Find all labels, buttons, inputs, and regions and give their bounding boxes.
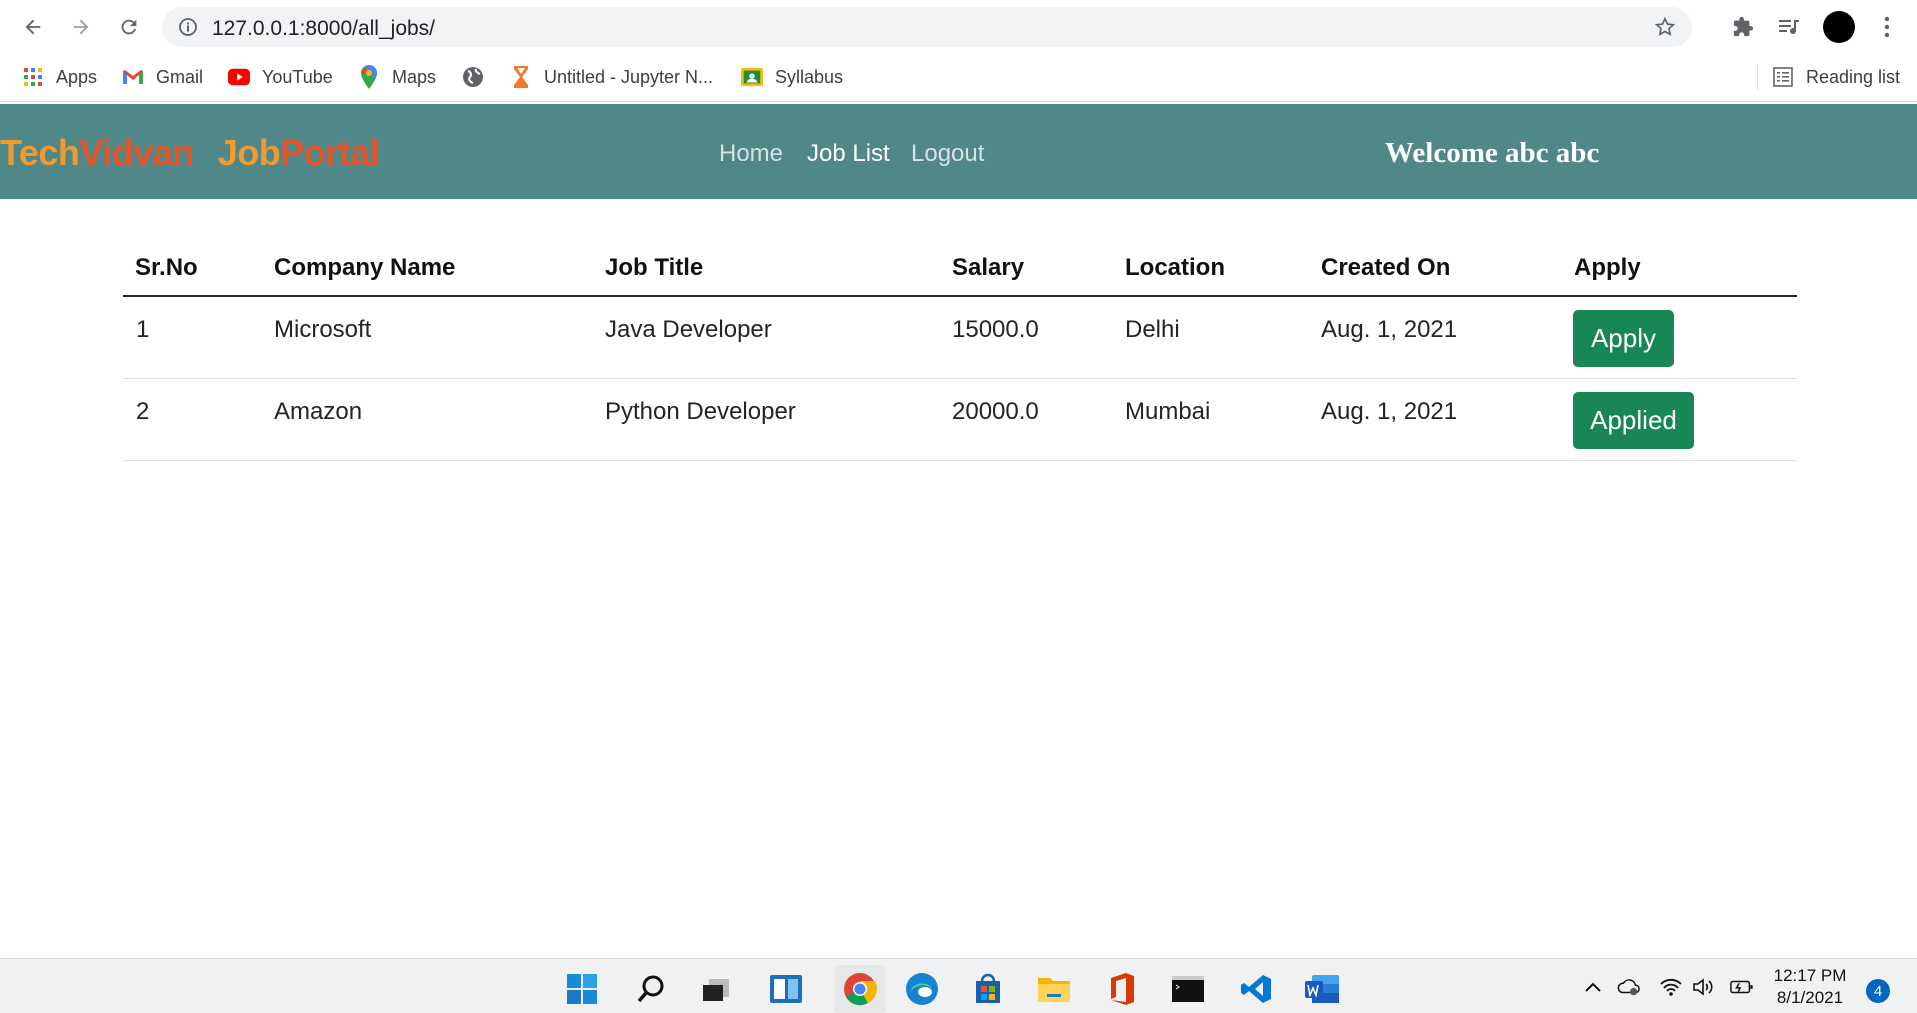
applied-button[interactable]: Applied <box>1573 392 1694 449</box>
classroom-icon <box>741 66 763 88</box>
cell-salary: 20000.0 <box>952 398 1039 425</box>
cell-location: Mumbai <box>1125 398 1211 425</box>
volume-icon[interactable] <box>1692 975 1716 999</box>
bookmark-apps[interactable]: Apps <box>22 64 97 90</box>
bookmark-star-icon[interactable] <box>1654 16 1676 38</box>
microsoft-store-icon[interactable] <box>970 971 1006 1007</box>
chevron-up-icon[interactable] <box>1581 975 1605 999</box>
browser-toolbar: 127.0.0.1:8000/all_jobs/ <box>0 0 1917 54</box>
bookmark-label: Untitled - Jupyter N... <box>544 66 714 87</box>
battery-icon[interactable] <box>1730 975 1754 999</box>
file-explorer-icon[interactable] <box>1036 971 1072 1007</box>
header-created-on: Created On <box>1321 254 1451 281</box>
youtube-icon <box>228 66 250 88</box>
back-arrow-icon[interactable] <box>19 13 47 41</box>
bookmark-maps[interactable]: Maps <box>358 64 436 90</box>
cell-company: Amazon <box>274 398 363 425</box>
site-navbar: TechVidvan JobPortal Home Job List Logout… <box>0 104 1917 199</box>
header-job-title: Job Title <box>605 254 704 281</box>
row-divider <box>123 378 1797 379</box>
table-header-divider <box>123 295 1797 297</box>
office-icon[interactable] <box>1104 971 1140 1007</box>
cell-sr-no: 2 <box>136 398 150 425</box>
bookmark-label: Maps <box>392 66 437 87</box>
globe-icon <box>462 66 484 88</box>
cell-created-on: Aug. 1, 2021 <box>1321 316 1458 343</box>
task-view-icon[interactable] <box>698 971 734 1007</box>
brand-portal: Portal <box>280 132 380 173</box>
clock-time: 12:17 PM <box>1773 966 1847 985</box>
cell-created-on: Aug. 1, 2021 <box>1321 398 1458 425</box>
extensions-puzzle-icon[interactable] <box>1729 13 1757 41</box>
reading-list-icon <box>1772 66 1794 88</box>
bookmark-label: Syllabus <box>775 66 844 87</box>
cell-salary: 15000.0 <box>952 316 1039 343</box>
address-bar[interactable]: 127.0.0.1:8000/all_jobs/ <box>162 7 1692 47</box>
windows-start-icon[interactable] <box>564 971 600 1007</box>
header-salary: Salary <box>952 254 1025 281</box>
cell-job-title: Java Developer <box>605 316 772 343</box>
bookmarks-bar: Apps Gmail YouTube Maps Untitled - Jupyt… <box>0 54 1917 102</box>
header-apply: Apply <box>1574 254 1641 281</box>
row-divider <box>123 460 1797 461</box>
cell-job-title: Python Developer <box>605 398 796 425</box>
profile-avatar[interactable] <box>1823 11 1855 43</box>
header-sr-no: Sr.No <box>135 254 198 281</box>
clock-date: 8/1/2021 <box>1776 988 1844 1007</box>
brand-logo[interactable]: TechVidvan JobPortal <box>0 132 380 174</box>
kebab-menu-icon[interactable] <box>1873 13 1901 41</box>
nav-home-link[interactable]: Home <box>719 140 783 168</box>
word-icon[interactable] <box>1304 971 1340 1007</box>
maps-icon <box>358 65 380 89</box>
windows-taskbar: 12:17 PM 8/1/2021 4 <box>0 958 1917 1013</box>
edge-icon[interactable] <box>904 971 940 1007</box>
search-icon[interactable] <box>633 971 669 1007</box>
vscode-icon[interactable] <box>1238 971 1274 1007</box>
reading-list-label: Reading list <box>1806 66 1901 87</box>
bookmark-label: YouTube <box>262 66 333 87</box>
bookmark-label: Gmail <box>156 66 204 87</box>
cell-location: Delhi <box>1125 316 1180 343</box>
header-company-name: Company Name <box>274 254 456 281</box>
bookmark-jupyter[interactable]: Untitled - Jupyter N... <box>510 64 713 90</box>
brand-job: Job <box>217 132 281 173</box>
notification-badge[interactable]: 4 <box>1866 979 1890 1003</box>
header-location: Location <box>1125 254 1225 281</box>
system-clock[interactable]: 12:17 PM 8/1/2021 <box>1770 965 1850 1009</box>
cell-sr-no: 1 <box>136 316 150 343</box>
site-info-icon[interactable] <box>178 17 198 37</box>
bookmark-gmail[interactable]: Gmail <box>122 64 203 90</box>
widgets-icon[interactable] <box>768 971 804 1007</box>
nav-logout-link[interactable]: Logout <box>911 140 984 168</box>
jupyter-icon <box>510 66 532 88</box>
media-playlist-icon[interactable] <box>1775 13 1803 41</box>
terminal-icon[interactable] <box>1170 971 1206 1007</box>
brand-tech: Tech <box>0 132 80 173</box>
bookmark-syllabus[interactable]: Syllabus <box>741 64 843 90</box>
url-text[interactable]: 127.0.0.1:8000/all_jobs/ <box>212 17 435 41</box>
reload-icon[interactable] <box>115 13 143 41</box>
nav-job-list-link[interactable]: Job List <box>807 140 890 168</box>
onedrive-icon[interactable] <box>1617 975 1641 999</box>
brand-vidvan: Vidvan <box>79 132 194 173</box>
gmail-icon <box>122 66 144 88</box>
bookmark-youtube[interactable]: YouTube <box>228 64 333 90</box>
apply-button[interactable]: Apply <box>1573 310 1674 367</box>
wifi-icon[interactable] <box>1659 975 1683 999</box>
reading-list-button[interactable]: Reading list <box>1772 64 1900 90</box>
welcome-message: Welcome abc abc <box>1385 137 1600 169</box>
cell-company: Microsoft <box>274 316 372 343</box>
chrome-taskbar-icon[interactable] <box>835 965 885 1013</box>
forward-arrow-icon[interactable] <box>67 13 95 41</box>
apps-grid-icon <box>22 66 44 88</box>
bookmarks-divider <box>1757 66 1758 90</box>
bookmark-globe[interactable] <box>462 64 496 90</box>
bookmark-label: Apps <box>56 66 98 87</box>
